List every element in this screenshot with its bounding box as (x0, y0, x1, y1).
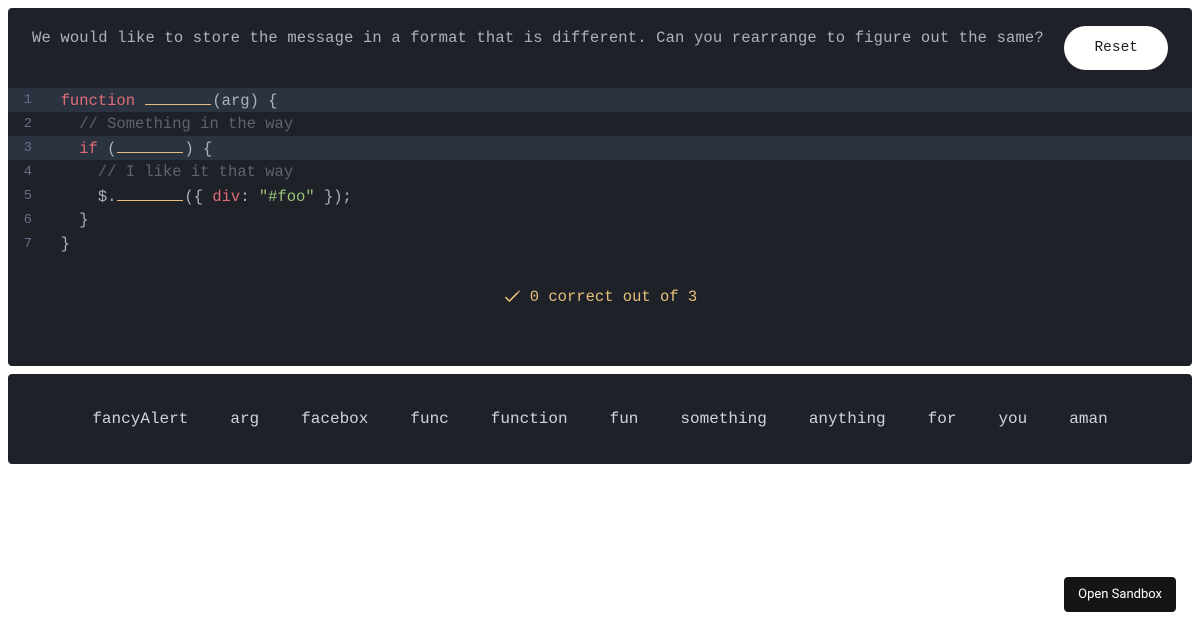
line-number: 3 (8, 136, 42, 160)
progress-bar: 0 correct out of 3 (8, 256, 1192, 306)
colon: : (240, 188, 259, 206)
line-number: 5 (8, 184, 42, 208)
brace-open: { (259, 92, 278, 110)
word-bank: fancyAlert arg facebox func function fun… (8, 374, 1192, 464)
word-chip[interactable]: func (410, 410, 448, 428)
code-content: $. ({ div: "#foo" }); (42, 183, 352, 209)
line-number: 2 (8, 112, 42, 136)
word-chip[interactable]: function (491, 410, 568, 428)
comment: // Something in the way (79, 115, 293, 133)
code-content: // I like it that way (42, 160, 293, 184)
paren-close: ) (184, 140, 193, 158)
header: We would like to store the message in a … (8, 8, 1192, 88)
line-number: 4 (8, 160, 42, 184)
progress-text: 0 correct out of 3 (530, 288, 697, 306)
word-chip[interactable]: for (928, 410, 957, 428)
blank-slot[interactable] (117, 183, 183, 201)
open-sandbox-button[interactable]: Open Sandbox (1064, 577, 1176, 612)
code-content: } (42, 208, 89, 232)
line-number: 7 (8, 232, 42, 256)
code-line-5: 5 $. ({ div: "#foo" }); (8, 184, 1192, 208)
word-chip[interactable]: something (680, 410, 766, 428)
code-line-4: 4 // I like it that way (8, 160, 1192, 184)
attr-name: div (212, 188, 240, 206)
reset-button[interactable]: Reset (1064, 26, 1168, 70)
arg-name: arg (222, 92, 250, 110)
word-chip[interactable]: aman (1069, 410, 1107, 428)
code-line-3: 3 if () { (8, 136, 1192, 160)
paren-open: ( (98, 140, 117, 158)
blank-slot[interactable] (117, 135, 183, 153)
word-chip[interactable]: anything (809, 410, 886, 428)
check-icon (503, 289, 520, 306)
brace-open: { (194, 140, 213, 158)
code-content: function (arg) { (42, 87, 277, 113)
word-chip[interactable]: you (998, 410, 1027, 428)
paren-open: ( (212, 92, 221, 110)
keyword-if: if (79, 140, 98, 158)
word-chip[interactable]: fun (610, 410, 639, 428)
blank-slot[interactable] (145, 87, 211, 105)
brace-close: } (61, 235, 70, 253)
line-number: 6 (8, 208, 42, 232)
line-number: 1 (8, 88, 42, 112)
paren-close: ) (250, 92, 259, 110)
code-line-7: 7 } (8, 232, 1192, 256)
code-content: } (42, 232, 70, 256)
code-line-1: 1 function (arg) { (8, 88, 1192, 112)
code-line-6: 6 } (8, 208, 1192, 232)
comment: // I like it that way (98, 163, 293, 181)
code-editor: 1 function (arg) { 2 // Something in the… (8, 88, 1192, 256)
exercise-panel: We would like to store the message in a … (8, 8, 1192, 366)
args-open: ({ (184, 188, 212, 206)
word-chip[interactable]: arg (230, 410, 259, 428)
dollar: $. (98, 188, 117, 206)
keyword-function: function (61, 92, 135, 110)
code-line-2: 2 // Something in the way (8, 112, 1192, 136)
code-content: if () { (42, 135, 212, 161)
code-content: // Something in the way (42, 112, 293, 136)
string-literal: "#foo" (259, 188, 315, 206)
args-close: }); (315, 188, 352, 206)
word-chip[interactable]: facebox (301, 410, 368, 428)
word-chip[interactable]: fancyAlert (92, 410, 188, 428)
brace-close: } (79, 211, 88, 229)
prompt-text: We would like to store the message in a … (32, 26, 1044, 50)
